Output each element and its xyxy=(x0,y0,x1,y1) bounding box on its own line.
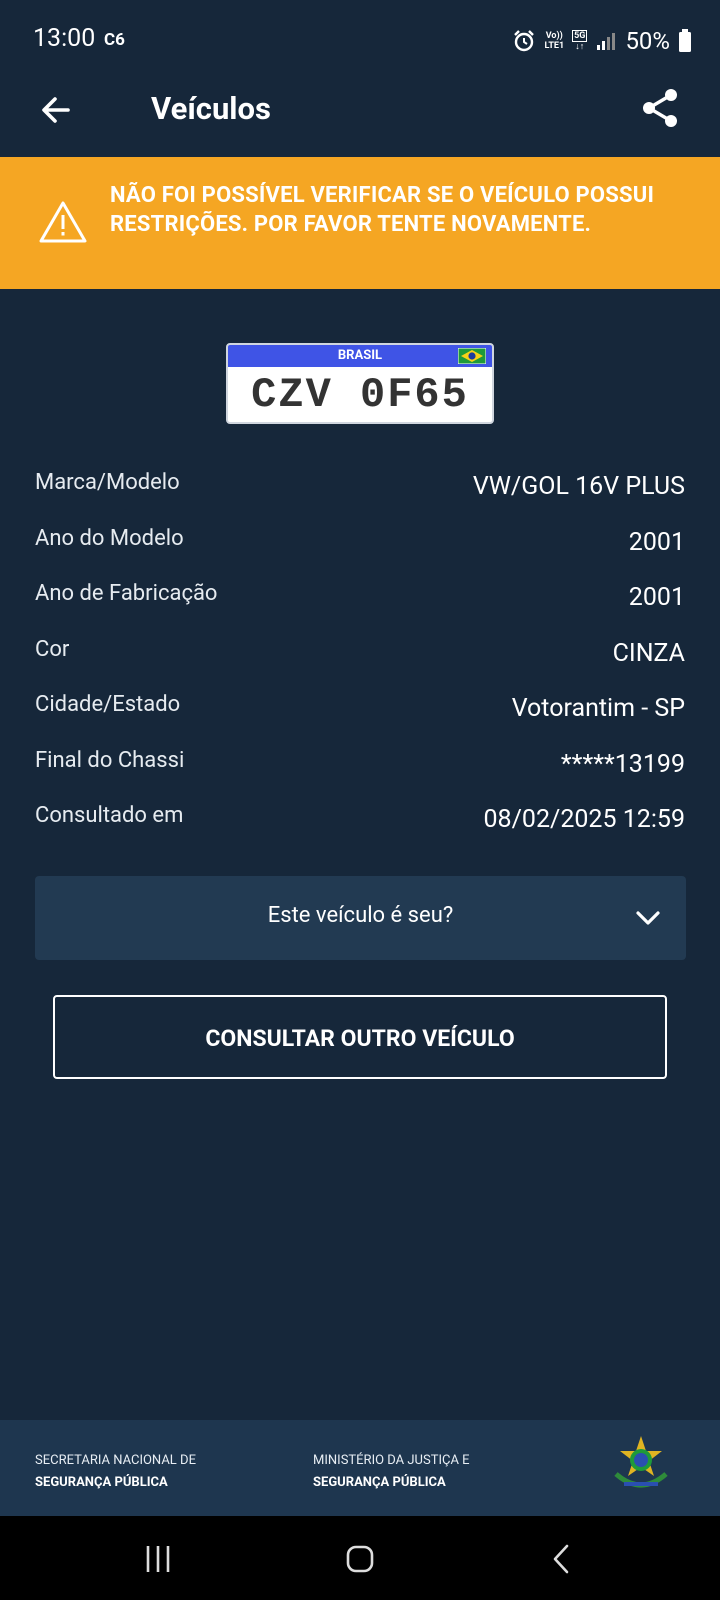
footer-senasp: SECRETARIA NACIONAL DE SEGURANÇA PÚBLICA xyxy=(35,1450,196,1494)
brazil-flag-icon xyxy=(458,348,486,364)
plate-number: CZV 0F65 xyxy=(251,371,469,419)
android-nav-bar xyxy=(0,1516,720,1600)
detail-value: VW/GOL 16V PLUS xyxy=(472,472,685,501)
detail-value: 2001 xyxy=(628,583,685,612)
detail-row: Final do Chassi *****13199 xyxy=(35,740,685,796)
detail-row: Marca/Modelo VW/GOL 16V PLUS xyxy=(35,462,685,518)
plate-country: BRASIL xyxy=(337,348,383,363)
detail-row: Cor CINZA xyxy=(35,629,685,685)
detail-row: Ano de Fabricação 2001 xyxy=(35,573,685,629)
detail-label: Marca/Modelo xyxy=(35,470,180,495)
5g-icon: 5G ↓↑ xyxy=(572,30,588,52)
battery-icon xyxy=(679,29,691,52)
app-bar: Veículos xyxy=(0,80,720,156)
footer-left-line2: SEGURANÇA PÚBLICA xyxy=(35,1475,168,1490)
detail-label: Consultado em xyxy=(35,803,184,828)
home-icon[interactable] xyxy=(340,1542,380,1576)
volte-icon: Vo)) LTE1 xyxy=(544,31,565,51)
warning-icon xyxy=(39,201,87,243)
detail-row: Consultado em 08/02/2025 12:59 xyxy=(35,795,685,851)
footer-right-line1: MINISTÉRIO DA JUSTIÇA E xyxy=(313,1453,470,1468)
consult-other-vehicle-button[interactable]: CONSULTAR OUTRO VEÍCULO xyxy=(53,995,667,1079)
battery-percent: 50% xyxy=(625,27,670,55)
recent-apps-icon[interactable] xyxy=(138,1542,178,1576)
back-nav-icon[interactable] xyxy=(542,1542,582,1576)
detail-label: Cidade/Estado xyxy=(35,692,181,717)
signal-icon xyxy=(597,33,616,50)
footer-left-line1: SECRETARIA NACIONAL DE xyxy=(35,1453,196,1468)
vehicle-details: Marca/Modelo VW/GOL 16V PLUS Ano do Mode… xyxy=(35,462,685,851)
detail-label: Final do Chassi xyxy=(35,747,185,773)
detail-label: Ano de Fabricação xyxy=(35,581,218,606)
alarm-icon xyxy=(514,30,535,52)
footer-right-line2: SEGURANÇA PÚBLICA xyxy=(313,1475,446,1490)
detail-label: Ano do Modelo xyxy=(35,525,184,551)
warning-message: NÃO FOI POSSÍVEL VERIFICAR SE O VEÍCULO … xyxy=(110,183,655,237)
status-bar: 13:00 C6 Vo)) LTE1 5G ↓↑ 50% xyxy=(0,0,720,80)
footer: SECRETARIA NACIONAL DE SEGURANÇA PÚBLICA… xyxy=(0,1420,720,1516)
footer-ministry: MINISTÉRIO DA JUSTIÇA E SEGURANÇA PÚBLIC… xyxy=(313,1450,470,1494)
owner-accordion[interactable]: Este veículo é seu? xyxy=(35,876,686,960)
carrier-icon: C6 xyxy=(104,30,125,50)
license-plate: BRASIL CZV 0F65 xyxy=(226,343,494,424)
page-title: Veículos xyxy=(151,90,271,127)
detail-value: *****13199 xyxy=(560,749,685,779)
detail-label: Cor xyxy=(35,636,70,662)
chevron-down-icon[interactable] xyxy=(634,904,662,932)
detail-value: 08/02/2025 12:59 xyxy=(483,805,686,834)
status-icons: Vo)) LTE1 5G ↓↑ 50% xyxy=(512,24,692,58)
detail-value: Votorantim - SP xyxy=(511,694,685,723)
back-arrow-icon[interactable] xyxy=(36,90,76,130)
detail-value: CINZA xyxy=(612,638,685,668)
detail-row: Cidade/Estado Votorantim - SP xyxy=(35,684,685,740)
brazil-coat-of-arms-icon xyxy=(614,1436,668,1488)
consult-button-label: CONSULTAR OUTRO VEÍCULO xyxy=(205,1025,515,1052)
plate-band: BRASIL xyxy=(228,345,492,367)
detail-value: 2001 xyxy=(628,527,685,557)
detail-row: Ano do Modelo 2001 xyxy=(35,518,685,574)
share-icon[interactable] xyxy=(638,86,682,130)
accordion-label: Este veículo é seu? xyxy=(267,903,454,928)
warning-banner: NÃO FOI POSSÍVEL VERIFICAR SE O VEÍCULO … xyxy=(0,157,720,289)
status-time: 13:00 xyxy=(33,24,96,53)
